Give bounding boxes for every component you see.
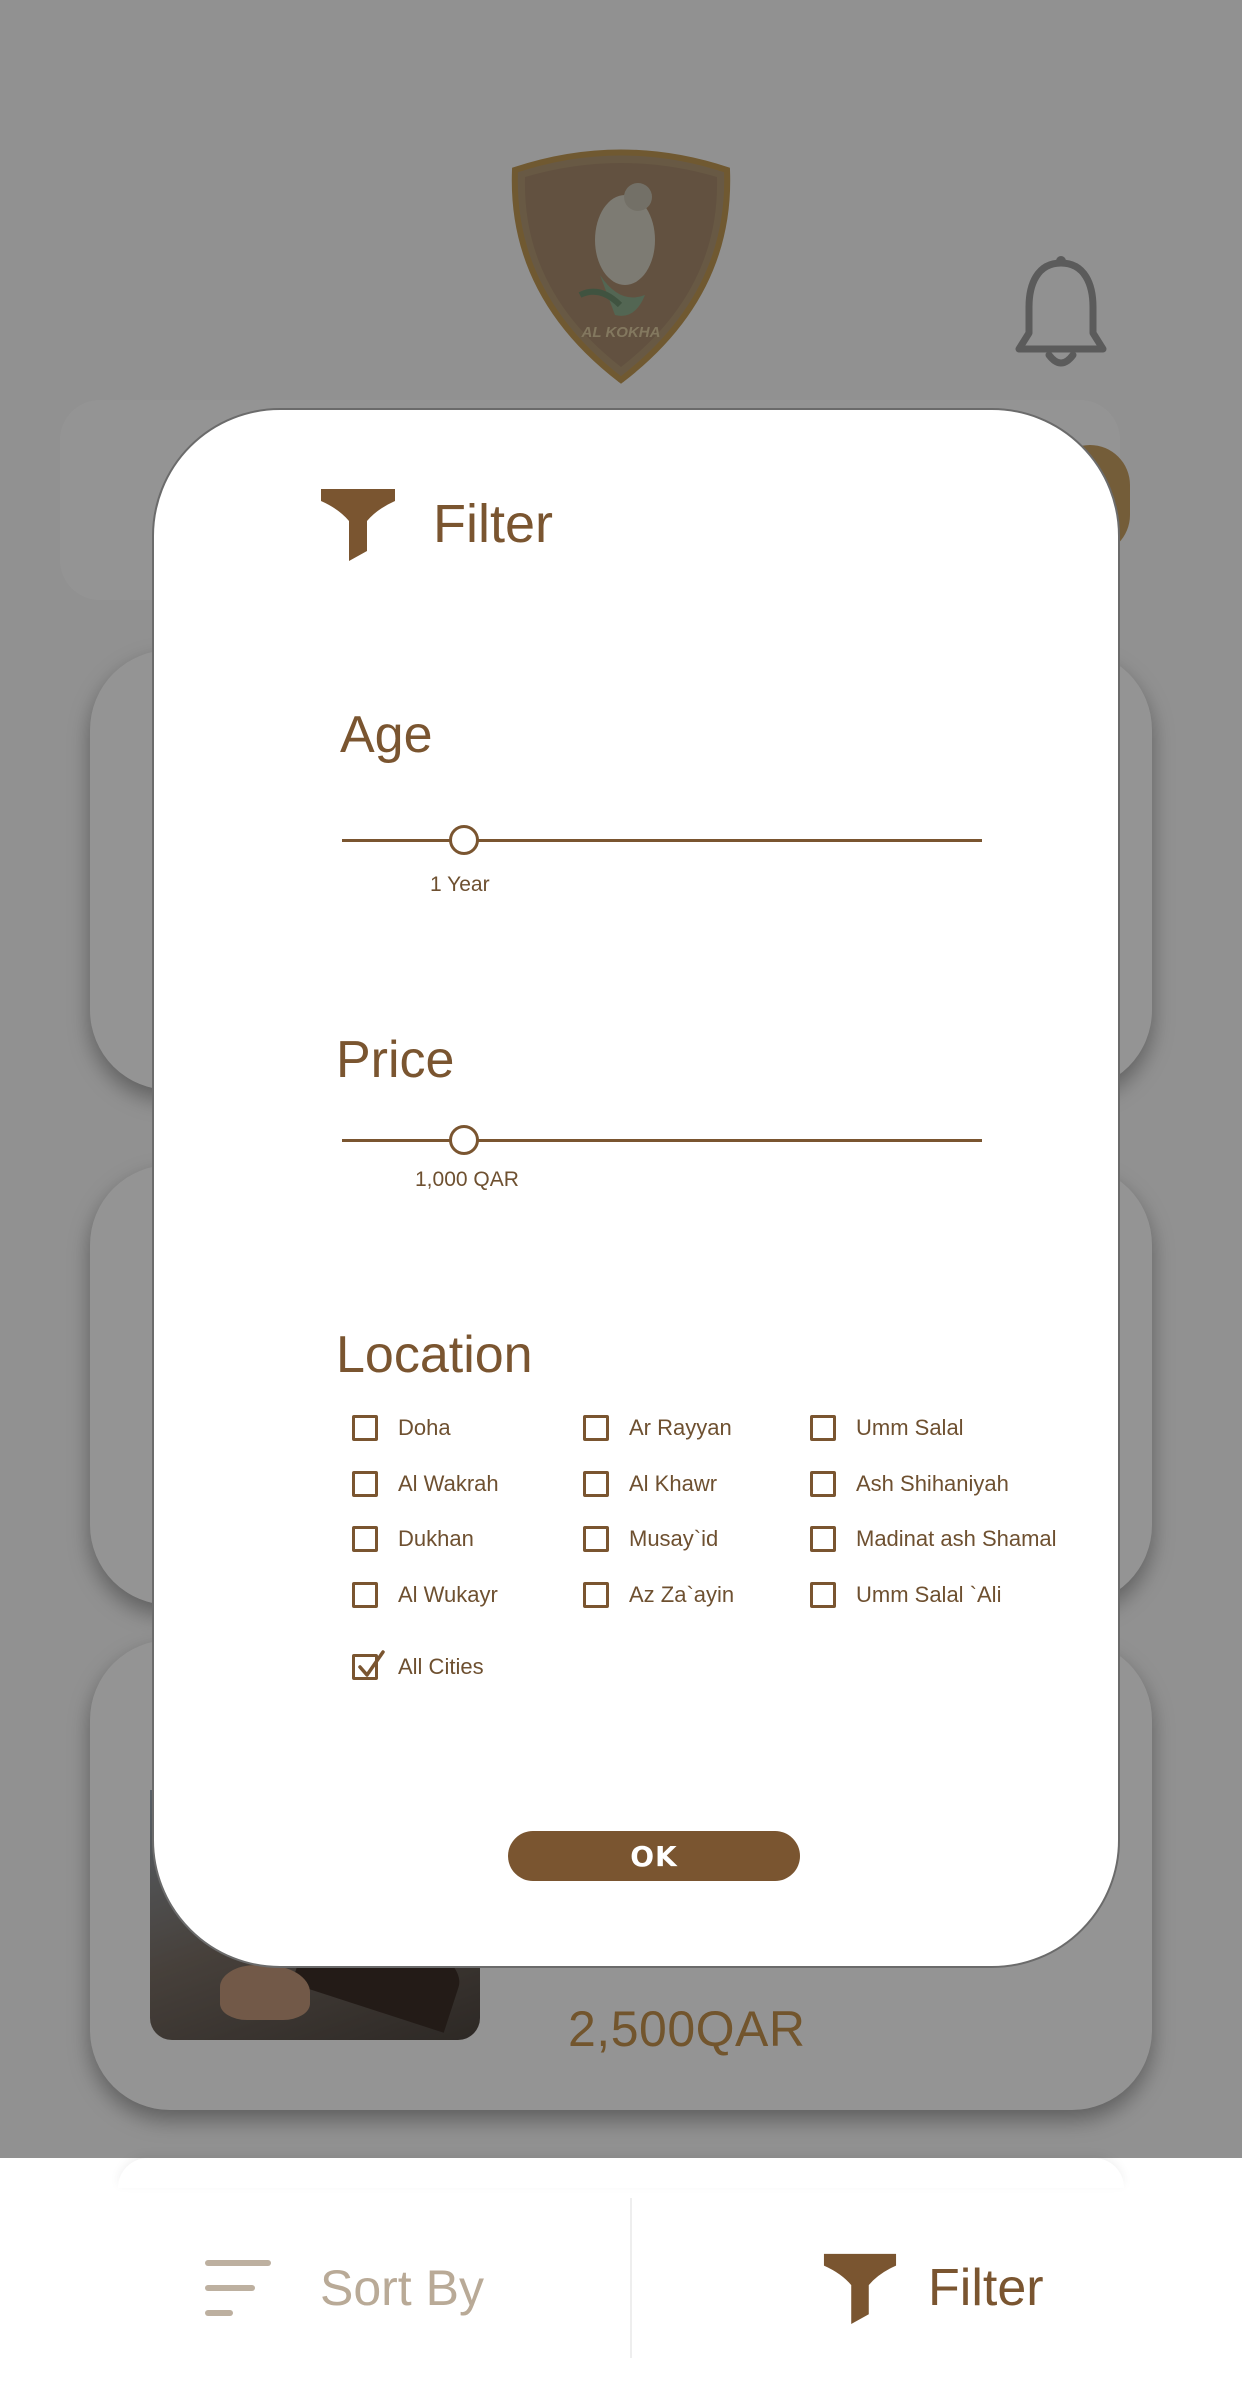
checkbox[interactable]: [583, 1582, 609, 1608]
checkbox[interactable]: [810, 1526, 836, 1552]
age-value-label: 1 Year: [430, 873, 490, 896]
checkbox[interactable]: [583, 1471, 609, 1497]
location-option-madinat-ash-shamal[interactable]: Madinat ash Shamal: [810, 1526, 1057, 1552]
sort-lines-icon: [205, 2256, 275, 2320]
location-label: Umm Salal: [856, 1415, 964, 1440]
location-option-musayid[interactable]: Musay`id: [583, 1526, 718, 1552]
location-section-title: Location: [336, 1326, 533, 1384]
filter-modal: Filter Age 1 Year Price 1,000 QAR Locati…: [152, 408, 1120, 1968]
price-slider-track[interactable]: [342, 1139, 982, 1142]
bottom-bar-divider: [630, 2198, 632, 2358]
location-label: Madinat ash Shamal: [856, 1526, 1057, 1551]
filter-label: Filter: [928, 2259, 1044, 2317]
location-label: Al Wakrah: [398, 1471, 499, 1496]
location-option-doha[interactable]: Doha: [352, 1415, 451, 1441]
location-option-al-khawr[interactable]: Al Khawr: [583, 1471, 717, 1497]
bottom-action-bar: Sort By Filter: [0, 2158, 1242, 2403]
location-label: Musay`id: [629, 1526, 719, 1551]
location-option-umm-salal[interactable]: Umm Salal: [810, 1415, 964, 1441]
price-section-title: Price: [336, 1031, 455, 1089]
checkbox[interactable]: [810, 1471, 836, 1497]
location-label: Al Khawr: [629, 1471, 718, 1496]
price-slider-thumb[interactable]: [448, 1125, 479, 1155]
checkbox[interactable]: [583, 1526, 609, 1552]
location-option-umm-salal-ali[interactable]: Umm Salal `Ali: [810, 1582, 1001, 1608]
checkmark-icon: [358, 1650, 385, 1677]
checkbox[interactable]: [352, 1650, 385, 1680]
filter-button[interactable]: Filter: [822, 2243, 1044, 2333]
sort-by-button[interactable]: Sort By: [205, 2248, 484, 2328]
age-section-title: Age: [340, 706, 433, 764]
age-slider[interactable]: [342, 820, 982, 860]
checkbox[interactable]: [810, 1582, 836, 1608]
checkbox[interactable]: [583, 1415, 609, 1441]
location-option-dukhan[interactable]: Dukhan: [352, 1526, 474, 1552]
location-label: Al Wukayr: [398, 1582, 498, 1607]
checkbox[interactable]: [352, 1582, 378, 1608]
location-label: Dukhan: [398, 1526, 474, 1551]
age-slider-track[interactable]: [342, 839, 982, 842]
ok-button[interactable]: OK: [508, 1831, 800, 1881]
modal-title: Filter: [433, 494, 553, 554]
checkbox[interactable]: [352, 1526, 378, 1552]
filter-funnel-icon: [823, 2253, 897, 2325]
location-label: Ash Shihaniyah: [856, 1471, 1009, 1496]
sort-by-label: Sort By: [320, 2260, 484, 2316]
location-option-ar-rayyan[interactable]: Ar Rayyan: [583, 1415, 732, 1441]
checkbox[interactable]: [352, 1471, 378, 1497]
location-option-al-wakrah[interactable]: Al Wakrah: [352, 1471, 499, 1497]
modal-header: Filter: [319, 485, 553, 563]
location-option-az-zaayin[interactable]: Az Za`ayin: [583, 1582, 734, 1608]
location-label: All Cities: [398, 1654, 484, 1679]
age-slider-thumb[interactable]: [448, 825, 479, 855]
price-value-label: 1,000 QAR: [415, 1168, 519, 1191]
location-option-all-cities[interactable]: All Cities: [352, 1650, 484, 1680]
location-label: Umm Salal `Ali: [856, 1582, 1002, 1607]
price-slider[interactable]: [342, 1120, 982, 1160]
location-label: Doha: [398, 1415, 451, 1440]
location-label: Az Za`ayin: [629, 1582, 735, 1607]
filter-funnel-icon: [321, 489, 395, 561]
location-label: Ar Rayyan: [629, 1415, 732, 1440]
location-option-al-wukayr[interactable]: Al Wukayr: [352, 1582, 498, 1608]
checkbox[interactable]: [810, 1415, 836, 1441]
location-option-ash-shihaniyah[interactable]: Ash Shihaniyah: [810, 1471, 1009, 1497]
checkbox[interactable]: [352, 1415, 378, 1441]
